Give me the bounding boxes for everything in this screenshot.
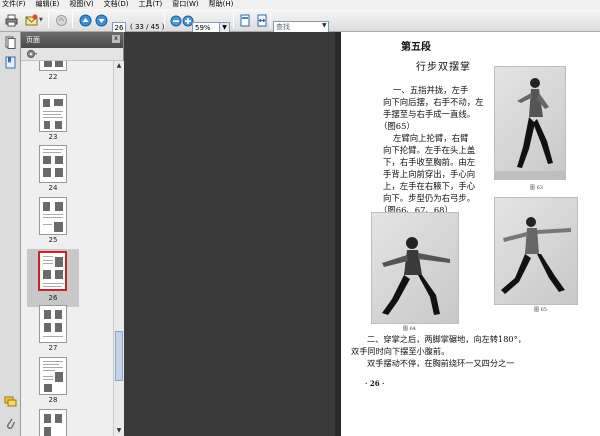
close-panel-icon[interactable]: x xyxy=(112,35,120,43)
body-line: （图65） xyxy=(379,121,415,131)
scrollbar-thumb[interactable] xyxy=(115,331,123,381)
thumbnail-label: 23 xyxy=(48,133,58,141)
thumbnail-label: 26 xyxy=(48,294,58,302)
body-line: 手摆至与右手成一直线。 xyxy=(383,109,476,119)
email-dropdown-icon[interactable]: ▼ xyxy=(39,13,45,28)
figure-caption: 图 63 xyxy=(530,185,543,191)
pages-panel-title: 页面 xyxy=(26,36,40,44)
page-thumbnail[interactable] xyxy=(39,197,67,235)
attachments-panel-icon[interactable] xyxy=(5,417,16,433)
body-line: 下，右手收至胸前。由左 xyxy=(383,157,476,167)
page-number: · 26 · xyxy=(365,379,385,388)
menu-tools[interactable]: 工具(T) xyxy=(139,0,163,9)
page-thumbnail[interactable] xyxy=(39,94,67,132)
thumbnail-label: 28 xyxy=(48,396,58,404)
page-thumbnail[interactable] xyxy=(39,145,67,183)
figure-photo xyxy=(494,66,566,180)
fit-page-icon[interactable] xyxy=(237,13,252,28)
navigation-strip xyxy=(0,32,21,436)
comments-panel-icon[interactable] xyxy=(4,396,17,410)
body-line: 向下向后摆，右手不动，左 xyxy=(383,97,484,107)
figure-caption: 图 64 xyxy=(403,326,416,332)
figure-photo xyxy=(494,197,578,305)
figure-photo xyxy=(371,212,459,324)
bookmarks-panel-icon[interactable] xyxy=(5,56,16,72)
body-line: 手背上向前穿出，手心向 xyxy=(383,169,476,179)
menu-document[interactable]: 文档(D) xyxy=(104,0,129,9)
pages-panel: 页面 x 22 23 24 25 26 27 28 ▲ ▼ xyxy=(21,32,124,436)
body-line: 二、穿掌之后，两脚掌碾地，向左转180°， xyxy=(367,334,526,344)
page-thumbnail[interactable] xyxy=(39,409,67,436)
page-count-label: ( 33 / 45 ) xyxy=(130,23,165,31)
email-icon[interactable] xyxy=(24,13,39,28)
options-gear-icon[interactable] xyxy=(26,49,38,59)
body-line: 一、五指并拢，左手 xyxy=(393,85,469,95)
fit-width-icon[interactable] xyxy=(254,13,269,28)
hand-tool-icon[interactable] xyxy=(54,13,69,28)
thumbnail-label: 27 xyxy=(48,344,58,352)
scroll-up-icon[interactable]: ▲ xyxy=(114,61,124,71)
thumbnail-list[interactable]: 22 23 24 25 26 27 28 xyxy=(21,61,113,436)
previous-page-icon[interactable] xyxy=(78,13,93,28)
menu-bar: 文件(F) 编辑(E) 视图(V) 文档(D) 工具(T) 窗口(W) 帮助(H… xyxy=(0,0,600,9)
toolbar: ▼ 26 ( 33 / 45 ) 59% ▼ 查找 ▼ xyxy=(0,9,600,34)
body-line: 左臂向上抡臂，右臂 xyxy=(393,133,469,143)
figure-caption: 图 65 xyxy=(534,307,547,313)
section-heading: 第五段 xyxy=(401,42,431,53)
thumbnail-label: 25 xyxy=(48,236,58,244)
page-thumbnail[interactable] xyxy=(39,61,67,71)
section-subheading: 行步双摆掌 xyxy=(416,62,471,73)
search-dropdown-icon[interactable]: ▼ xyxy=(322,22,327,29)
menu-file[interactable]: 文件(F) xyxy=(2,0,26,9)
body-line: 向下。步型仍为右弓步。 xyxy=(383,193,476,203)
pages-panel-header: 页面 x xyxy=(21,32,123,48)
menu-window[interactable]: 窗口(W) xyxy=(172,0,198,9)
print-icon[interactable] xyxy=(4,13,19,28)
thumbnail-scrollbar[interactable]: ▲ ▼ xyxy=(113,61,124,436)
menu-help[interactable]: 帮助(H) xyxy=(209,0,234,9)
panel-options xyxy=(21,48,123,61)
next-page-icon[interactable] xyxy=(94,13,109,28)
body-line: 双手同时向下摆至小腹前。 xyxy=(351,346,450,356)
page-thumbnail[interactable] xyxy=(39,305,67,343)
thumbnail-label: 24 xyxy=(48,184,58,192)
body-line: 上，左手在右腋下，手心 xyxy=(383,181,476,191)
menu-edit[interactable]: 编辑(E) xyxy=(36,0,60,9)
page-thumbnail-active[interactable] xyxy=(38,251,67,291)
pdf-page: 第五段 行步双摆掌 一、五指并拢，左手 向下向后摆，右手不动，左 手摆至与右手成… xyxy=(341,32,600,436)
body-line: 双手摆动不停，在胸前绕环一又四分之一 xyxy=(367,358,515,368)
pages-panel-icon[interactable] xyxy=(5,36,16,52)
menu-view[interactable]: 视图(V) xyxy=(69,0,93,9)
scroll-down-icon[interactable]: ▼ xyxy=(114,426,124,436)
thumbnail-label: 22 xyxy=(48,73,58,81)
page-thumbnail[interactable] xyxy=(39,357,67,395)
body-line: 向下抡臂。左手在头上盖 xyxy=(383,145,476,155)
